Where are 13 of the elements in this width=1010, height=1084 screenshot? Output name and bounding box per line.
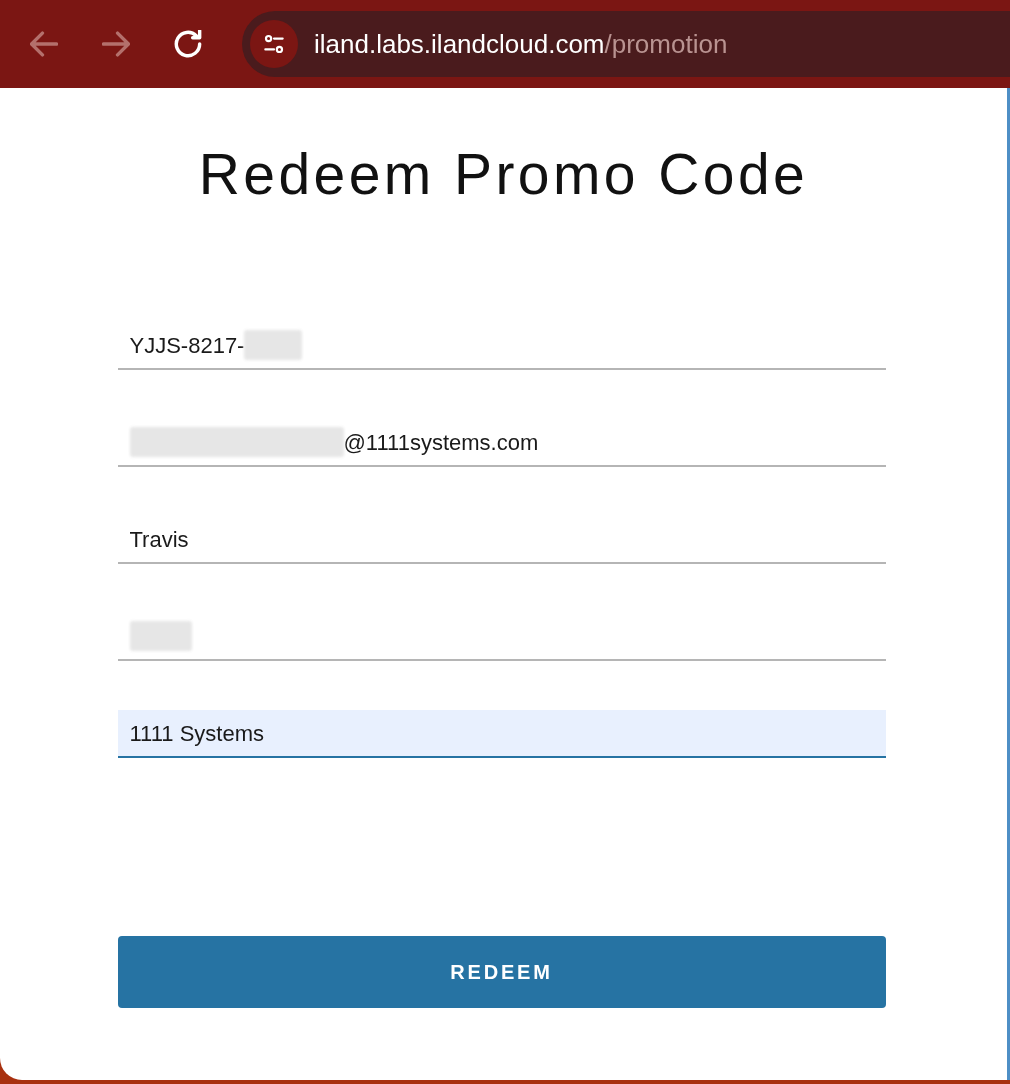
reload-icon[interactable]: [174, 30, 202, 58]
url-path: /promotion: [604, 28, 728, 59]
input-field[interactable]: @1111systems.com: [117, 419, 886, 468]
address-bar[interactable]: iland.labs.ilandcloud.com/promotion: [242, 11, 1010, 77]
site-settings-icon[interactable]: [250, 20, 298, 68]
url-host: iland.labs.ilandcloud.com: [314, 28, 605, 59]
redeem-button[interactable]: REDEEM: [117, 936, 886, 1009]
page-title: Redeem Promo Code: [198, 141, 809, 208]
blurred-text-block: [244, 330, 303, 361]
input-field[interactable]: Travis: [117, 516, 886, 565]
input-field[interactable]: YJJS-8217-: [117, 322, 886, 371]
blurred-text-block: [129, 621, 192, 652]
input-field[interactable]: 1111 Systems: [117, 710, 886, 759]
